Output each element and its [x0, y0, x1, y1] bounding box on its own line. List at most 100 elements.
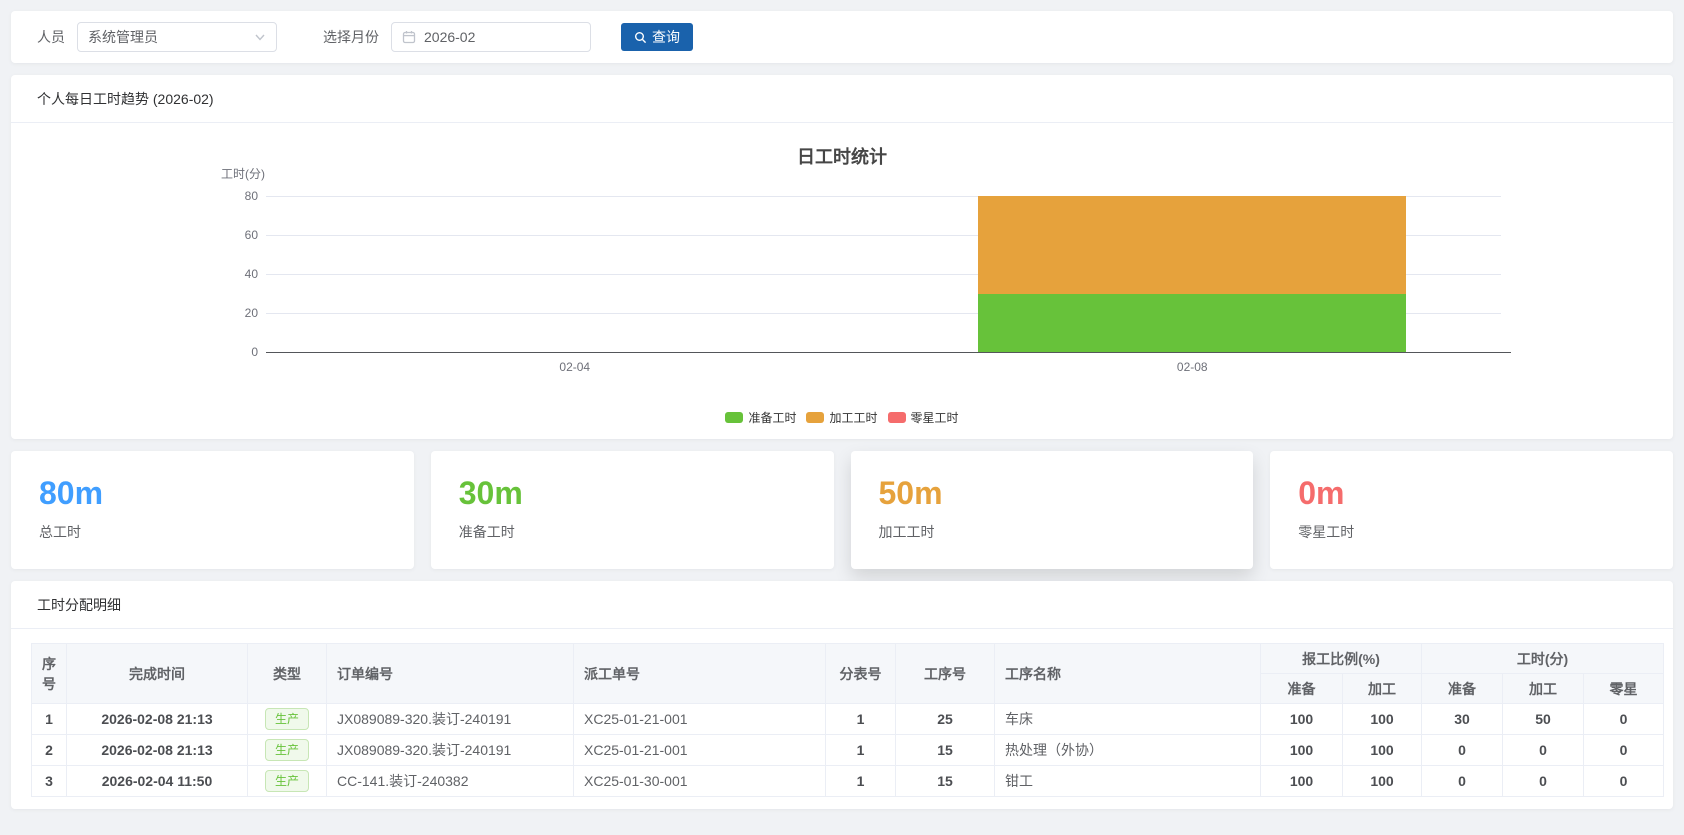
col-min-misc: 零星 [1583, 673, 1664, 704]
calendar-icon [402, 31, 416, 44]
cell-type: 生产 [247, 734, 327, 766]
cell-min_proc: 50 [1502, 703, 1584, 735]
daily-trend-card-header: 个人每日工时趋势 (2026-02) [11, 75, 1673, 123]
month-label: 选择月份 [323, 29, 379, 45]
legend-item-准备工时[interactable]: 准备工时 [725, 409, 796, 426]
col-sub-no: 分表号 [825, 643, 896, 704]
cell-order_no: JX089089-320.装订-240191 [326, 734, 574, 766]
bar-准备工时-02-08 [978, 293, 1407, 352]
cell-time: 2026-02-04 11:50 [66, 765, 248, 797]
legend-swatch-icon [887, 412, 906, 423]
query-button[interactable]: 查询 [621, 23, 693, 51]
cell-seq: 3 [31, 765, 67, 797]
y-tick-40: 40 [244, 267, 258, 281]
allocation-detail-card: 工时分配明细 序号 完成时间 类型 订单编号 派工单号 分表号 工序号 工序名称… [11, 581, 1673, 809]
table-row: 3 2026-02-04 11:50 生产 CC-141.装订-240382 XC25-… [31, 765, 1664, 797]
cell-min_prep: 0 [1421, 734, 1503, 766]
col-op-no: 工序号 [895, 643, 995, 704]
col-time: 完成时间 [66, 643, 248, 704]
legend-swatch-icon [725, 412, 744, 423]
y-axis-name: 工时(分) [221, 167, 265, 181]
cell-op_name: 车床 [994, 703, 1261, 735]
cell-op_name: 热处理（外协） [994, 734, 1261, 766]
bar-加工工时-02-08 [978, 196, 1407, 294]
cell-ratio_proc: 100 [1342, 734, 1422, 766]
cell-dispatch_no: XC25-01-30-001 [573, 765, 826, 797]
person-select[interactable]: 系统管理员 [77, 22, 277, 52]
legend-label: 准备工时 [748, 411, 797, 425]
cell-sub_no: 1 [825, 734, 896, 766]
cell-op_no: 25 [895, 703, 995, 735]
cell-op_no: 15 [895, 765, 995, 797]
person-select-value: 系统管理员 [88, 29, 158, 45]
cell-order_no: CC-141.装订-240382 [326, 765, 574, 797]
x-tick-02-08: 02-08 [1176, 360, 1208, 374]
type-badge: 生产 [264, 739, 309, 761]
page: 人员 系统管理员 选择月份 2026-02 查询 个人每日工时趋势 (2026-… [0, 0, 1684, 820]
query-button-label: 查询 [652, 29, 680, 45]
cell-type: 生产 [247, 765, 327, 797]
search-icon [635, 31, 647, 43]
cell-op_name: 钳工 [994, 765, 1261, 797]
cell-type: 生产 [247, 703, 327, 735]
stat-card-prep: 30m 准备工时 [430, 451, 834, 569]
type-badge: 生产 [264, 770, 309, 792]
daily-trend-title: 个人每日工时趋势 (2026-02) [37, 90, 214, 107]
cell-time: 2026-02-08 21:13 [66, 734, 248, 766]
cell-dispatch_no: XC25-01-21-001 [573, 734, 826, 766]
col-op-name: 工序名称 [994, 643, 1261, 704]
type-badge: 生产 [264, 708, 309, 730]
cell-min_proc: 0 [1502, 765, 1584, 797]
cell-sub_no: 1 [825, 703, 896, 735]
cell-ratio_prep: 100 [1260, 765, 1343, 797]
cell-ratio_proc: 100 [1342, 703, 1422, 735]
person-label: 人员 [37, 29, 65, 45]
legend-item-零星工时[interactable]: 零星工时 [887, 409, 959, 426]
col-min-prep: 准备 [1421, 673, 1503, 704]
cell-ratio_proc: 100 [1342, 765, 1422, 797]
stat-label-total: 总工时 [39, 524, 81, 541]
allocation-detail-header: 工时分配明细 [11, 581, 1673, 629]
col-order-no: 订单编号 [326, 643, 574, 704]
stat-value-prep: 30m [458, 475, 523, 511]
table-row: 1 2026-02-08 21:13 生产 JX089089-320.装订-24019… [31, 703, 1664, 735]
stat-card-processing: 50m 加工工时 [850, 451, 1254, 569]
stat-card-total: 80m 总工时 [11, 451, 414, 569]
y-tick-0: 0 [251, 345, 258, 359]
cell-min_misc: 0 [1583, 765, 1664, 797]
y-tick-60: 60 [244, 228, 258, 242]
cell-seq: 2 [31, 734, 67, 766]
legend-label: 零星工时 [910, 411, 959, 425]
cell-ratio_prep: 100 [1260, 734, 1343, 766]
x-axis-line [266, 352, 1511, 353]
allocation-table-head: 序号 完成时间 类型 订单编号 派工单号 分表号 工序号 工序名称 报工比例(%… [31, 643, 1664, 704]
y-tick-20: 20 [244, 306, 258, 320]
cell-min_proc: 0 [1502, 734, 1584, 766]
month-input-value: 2026-02 [424, 29, 476, 45]
chart-plot-area: 日工时统计 工时(分) 准备工时 加工工时 零星工时 0 20 40 60 80 02-04 0… [11, 123, 1673, 439]
col-seq: 序号 [31, 643, 67, 704]
col-type: 类型 [247, 643, 327, 704]
col-min-proc: 加工 [1502, 673, 1584, 704]
stat-value-misc: 0m [1298, 475, 1345, 511]
legend-label: 加工工时 [829, 411, 878, 425]
legend-item-加工工时[interactable]: 加工工时 [806, 409, 878, 426]
cell-ratio_prep: 100 [1260, 703, 1343, 735]
y-tick-80: 80 [244, 189, 258, 203]
allocation-table-body: 1 2026-02-08 21:13 生产 JX089089-320.装订-24019… [31, 703, 1664, 797]
stat-label-processing: 加工工时 [878, 524, 935, 541]
allocation-detail-title: 工时分配明细 [37, 596, 121, 613]
cell-sub_no: 1 [825, 765, 896, 797]
table-row: 2 2026-02-08 21:13 生产 JX089089-320.装订-24019… [31, 734, 1664, 766]
month-input[interactable]: 2026-02 [391, 22, 591, 52]
chart-legend: 准备工时 加工工时 零星工时 [11, 409, 1673, 426]
cell-min_prep: 30 [1421, 703, 1503, 735]
stat-value-total: 80m [39, 475, 104, 511]
stats-row: 80m 总工时 30m 准备工时 50m 加工工时 0m 零星工时 [11, 451, 1673, 569]
cell-time: 2026-02-08 21:13 [66, 703, 248, 735]
allocation-table: 序号 完成时间 类型 订单编号 派工单号 分表号 工序号 工序名称 报工比例(%… [31, 643, 1664, 797]
stat-label-prep: 准备工时 [458, 524, 515, 541]
stat-card-misc: 0m 零星工时 [1270, 451, 1673, 569]
x-tick-02-04: 02-04 [559, 360, 591, 374]
allocation-table-wrap: 序号 完成时间 类型 订单编号 派工单号 分表号 工序号 工序名称 报工比例(%… [11, 629, 1673, 809]
